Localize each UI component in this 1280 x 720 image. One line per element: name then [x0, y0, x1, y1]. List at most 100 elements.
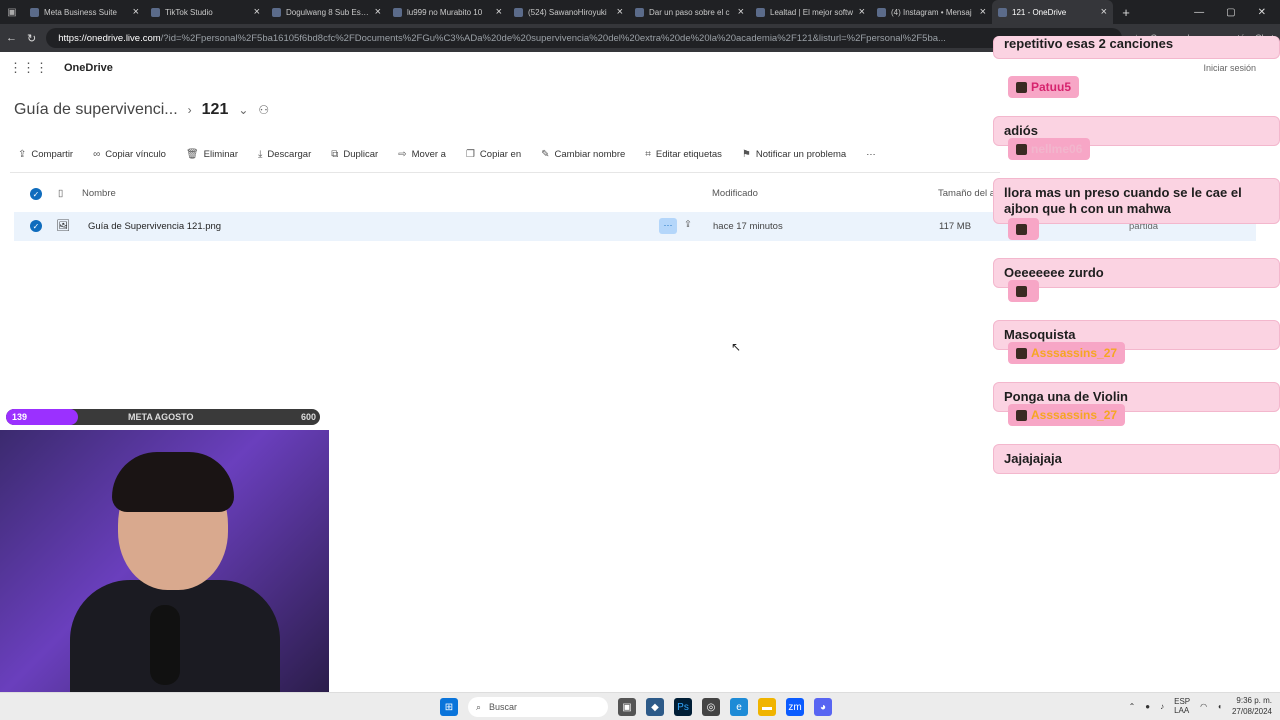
- badge-icon: [1016, 285, 1027, 297]
- chevron-up-icon[interactable]: ⌃: [1129, 702, 1136, 711]
- clock-date: 27/08/2024: [1231, 707, 1272, 716]
- select-all-checkbox[interactable]: ✓: [30, 188, 42, 200]
- reload-icon[interactable]: ↻: [27, 32, 36, 45]
- close-tab-icon[interactable]: ×: [133, 6, 139, 18]
- favicon-icon: [272, 7, 281, 17]
- search-label: Buscar: [489, 702, 518, 712]
- column-size[interactable]: Tamaño del a: [938, 188, 995, 199]
- mouse-cursor-icon: ↖: [731, 340, 742, 354]
- breadcrumb: Guía de supervivenci... › 121 ⌄ ⚇: [14, 101, 269, 119]
- mic-tray-icon[interactable]: ♪: [1160, 702, 1164, 711]
- close-tab-icon[interactable]: ×: [738, 6, 744, 18]
- language-indicator[interactable]: ESP LAA: [1174, 697, 1190, 715]
- command-label: Cambiar nombre: [554, 148, 626, 160]
- back-icon[interactable]: ←: [6, 32, 17, 44]
- image-file-icon: 🖼: [56, 220, 70, 232]
- command-share[interactable]: ⇪ Compartir: [18, 149, 73, 160]
- badge-icon: [1016, 409, 1027, 421]
- tab-title: Dogulwang 8 Sub Espa: [286, 7, 370, 17]
- share-icon[interactable]: ⇪: [684, 219, 692, 230]
- row-checkbox[interactable]: ✓: [30, 220, 42, 232]
- command-label: Descargar: [267, 148, 312, 160]
- folder-icon[interactable]: ▬: [758, 698, 776, 716]
- close-tab-icon[interactable]: ×: [496, 6, 502, 18]
- minimize-icon[interactable]: —: [1194, 7, 1204, 18]
- command-duplicate[interactable]: ⧉ Duplicar: [331, 149, 378, 160]
- photoshop-icon[interactable]: Ps: [674, 698, 692, 716]
- taskview-icon[interactable]: ▣: [618, 698, 636, 716]
- browser-tab[interactable]: Meta Business Suite ×: [24, 0, 145, 24]
- close-tab-icon[interactable]: ×: [859, 6, 865, 18]
- browser-tab[interactable]: (4) Instagram • Mensaj ×: [871, 0, 992, 24]
- command-move[interactable]: ⇨ Mover a: [398, 149, 446, 160]
- command-bar: ⇪ Compartir ∞ Copiar vínculo 🗑 Eliminar ⤓ Desca…: [18, 143, 1018, 165]
- chat-message: llora mas un preso cuando se le cae el a…: [993, 178, 1280, 224]
- close-window-icon[interactable]: ✕: [1258, 7, 1266, 18]
- command-tag[interactable]: ⌗ Editar etiquetas: [645, 149, 722, 160]
- app-icon[interactable]: ◆: [646, 698, 664, 716]
- chat-username: Patuu5: [1008, 76, 1080, 98]
- file-name[interactable]: Guía de Supervivencia 121.png: [88, 221, 221, 232]
- clock[interactable]: 9:36 p. m. 27/08/2024: [1232, 695, 1272, 717]
- windows-start-icon[interactable]: ⊞: [440, 698, 458, 716]
- command-trash[interactable]: 🗑 Eliminar: [186, 149, 238, 160]
- app-icon[interactable]: ◎: [702, 698, 720, 716]
- browser-tab[interactable]: 121 - OneDrive ×: [992, 0, 1113, 24]
- command-copy[interactable]: ❐ Copiar en: [466, 149, 521, 160]
- wifi-icon[interactable]: ◠: [1200, 702, 1207, 711]
- close-tab-icon[interactable]: ×: [617, 6, 623, 18]
- close-tab-icon[interactable]: ×: [1101, 6, 1107, 18]
- url-path: /?id=%2Fpersonal%2F5ba16105f6bd8cfc%2FDo…: [160, 32, 946, 44]
- browser-tab[interactable]: Dar un paso sobre el c ×: [629, 0, 750, 24]
- breadcrumb-current[interactable]: 121: [202, 101, 229, 119]
- app-launcher-icon[interactable]: ⋮⋮⋮: [9, 60, 48, 76]
- command-rename[interactable]: ✎ Cambiar nombre: [541, 149, 625, 160]
- url-domain: https://onedrive.live.com: [58, 32, 161, 44]
- close-tab-icon[interactable]: ×: [375, 6, 381, 18]
- tab-title: Dar un paso sobre el c: [649, 7, 730, 17]
- breadcrumb-parent[interactable]: Guía de supervivenci...: [14, 101, 178, 119]
- close-tab-icon[interactable]: ×: [980, 6, 986, 18]
- chat-message: repetitivo esas 2 canciones: [993, 36, 1280, 59]
- volume-icon[interactable]: ◖: [1217, 702, 1222, 711]
- brand-name[interactable]: OneDrive: [64, 62, 113, 74]
- column-name[interactable]: Nombre: [82, 188, 116, 199]
- url-field[interactable]: https://onedrive.live.com/?id=%2Fpersona…: [46, 28, 1123, 48]
- zoom-icon[interactable]: zm: [786, 698, 804, 716]
- close-tab-icon[interactable]: ×: [254, 6, 260, 18]
- command-label: Copiar en: [479, 148, 522, 160]
- rename-icon: ✎: [541, 148, 550, 160]
- tag-icon: ⌗: [645, 148, 651, 160]
- browser-tab[interactable]: Dogulwang 8 Sub Espa ×: [266, 0, 387, 24]
- taskbar-search[interactable]: ⌕ Buscar: [468, 697, 608, 717]
- more-commands-button[interactable]: ···: [866, 149, 876, 160]
- chat-username: nellme06: [1008, 138, 1091, 160]
- command-report[interactable]: ⚑ Notificar un problema: [742, 149, 846, 160]
- browser-tab[interactable]: lu999 no Murabito 10 ×: [387, 0, 508, 24]
- goal-label: META AGOSTO: [128, 412, 194, 422]
- search-icon: ⌕: [476, 701, 482, 712]
- chat-username-text: Asssassins_27: [1031, 408, 1118, 422]
- discord-icon[interactable]: ◕: [814, 698, 832, 716]
- chat-username-text: Patuu5: [1031, 80, 1072, 94]
- browser-tab[interactable]: Lealtad | El mejor softw ×: [750, 0, 871, 24]
- browser-tab[interactable]: (524) SawanoHiroyuki ×: [508, 0, 629, 24]
- tab-actions-icon[interactable]: ▣: [0, 0, 24, 24]
- column-modified[interactable]: Modificado: [712, 188, 758, 199]
- people-icon[interactable]: ⚇: [258, 103, 269, 117]
- signin-link[interactable]: Iniciar sesión: [1203, 63, 1256, 73]
- maximize-icon[interactable]: ▢: [1226, 7, 1235, 18]
- chat-username: Asssassins_27: [1008, 404, 1126, 426]
- tab-title: TikTok Studio: [165, 7, 213, 17]
- link-icon: ∞: [93, 148, 101, 160]
- favicon-icon: [393, 7, 402, 17]
- new-tab-button[interactable]: +: [1113, 5, 1139, 20]
- edge-icon[interactable]: e: [730, 698, 748, 716]
- more-actions-button[interactable]: ···: [659, 218, 677, 234]
- command-link[interactable]: ∞ Copiar vínculo: [93, 149, 166, 160]
- command-download[interactable]: ⤓ Descargar: [258, 149, 311, 160]
- chevron-down-icon[interactable]: ⌄: [238, 103, 248, 117]
- tray-icon[interactable]: ●: [1145, 702, 1150, 711]
- tab-title: (524) SawanoHiroyuki: [528, 7, 607, 17]
- browser-tab[interactable]: TikTok Studio ×: [145, 0, 266, 24]
